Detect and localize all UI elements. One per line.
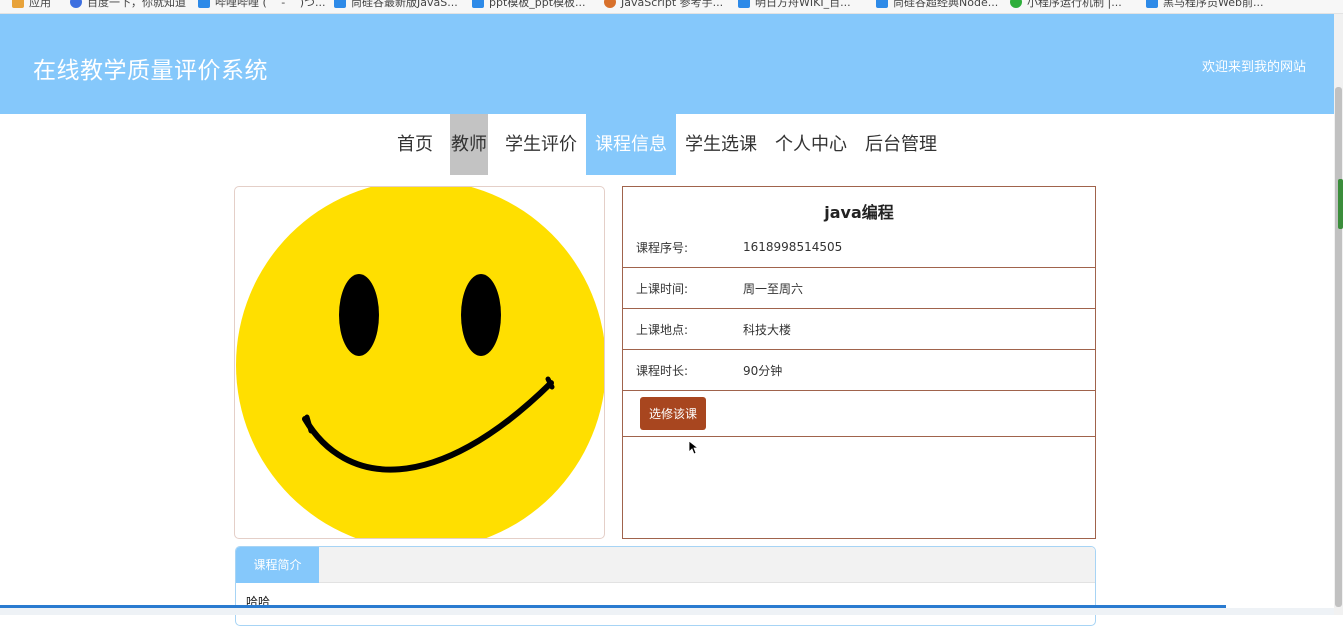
course-info-panel: java编程 课程序号: 1618998514505 上课时间: 周一至周六 上… [622, 186, 1096, 539]
nav-item-course-info[interactable]: 课程信息 [586, 114, 676, 175]
apps-grid-icon [12, 0, 24, 8]
bookmark-atguigu-node[interactable]: 尚硅谷超经典Node... [876, 0, 998, 9]
bilibili-icon [738, 0, 750, 8]
welcome-text: 欢迎来到我的网站 [1201, 60, 1306, 75]
course-location-label: 上课地点: [636, 322, 689, 337]
bookmark-baidu[interactable]: 百度一下，你就知道 [70, 0, 186, 9]
wechat-icon [1010, 0, 1022, 8]
course-time-label: 上课时间: [636, 281, 689, 296]
nav-item-course-selection[interactable]: 学生选课 [676, 114, 766, 175]
bookmark-apps[interactable]: 应用 [12, 0, 51, 9]
nav-item-student-evaluation[interactable]: 学生评价 [496, 114, 586, 175]
mouse-cursor-icon [689, 441, 699, 455]
bilibili-icon [198, 0, 210, 8]
nav-item-teacher[interactable]: 教师 [450, 114, 488, 175]
bilibili-icon [1146, 0, 1158, 8]
smiley-face-icon [236, 187, 604, 538]
reference-icon [604, 0, 616, 8]
course-id-value: 1618998514505 [743, 240, 843, 254]
page-scrollbar[interactable] [1334, 14, 1343, 615]
course-duration-value: 90分钟 [743, 363, 783, 378]
bookmark-atguigu-js[interactable]: 尚硅谷最新版JavaS... [334, 0, 458, 9]
tab-course-intro[interactable]: 课程简介 [236, 547, 319, 583]
baidu-icon [70, 0, 82, 8]
course-time-row: 上课时间: 周一至周六 [623, 268, 1095, 309]
ppt-icon [472, 0, 484, 8]
bilibili-icon [876, 0, 888, 8]
course-location-row: 上课地点: 科技大楼 [623, 309, 1095, 350]
page-bottom-edge [0, 608, 1334, 615]
bookmark-heima-web[interactable]: 黑马程序员Web前... [1146, 0, 1263, 9]
bookmark-ppt[interactable]: ppt模板_ppt模板... [472, 0, 586, 9]
select-course-row: 选修该课 [623, 391, 1095, 437]
course-id-label: 课程序号: [636, 240, 689, 255]
nav-item-admin[interactable]: 后台管理 [856, 114, 946, 175]
scrollbar-marker [1338, 179, 1343, 229]
course-location-value: 科技大楼 [743, 322, 792, 337]
scrollbar-thumb[interactable] [1335, 87, 1342, 607]
tab-bar: 课程简介 [236, 547, 1095, 583]
bookmark-miniprogram[interactable]: 小程序运行机制 |... [1010, 0, 1122, 9]
bookmark-bilibili[interactable]: 哔哩哔哩 ( ゜- ゜)つ... [198, 0, 326, 9]
bookmark-js-reference[interactable]: JavaScript 参考手... [604, 0, 723, 9]
course-name: java编程 [824, 203, 894, 222]
bookmarks-bar: 应用 百度一下，你就知道 哔哩哔哩 ( ゜- ゜)つ... 尚硅谷最新版Java… [0, 0, 1343, 14]
select-course-button[interactable]: 选修该课 [640, 397, 707, 430]
course-duration-row: 课程时长: 90分钟 [623, 350, 1095, 391]
nav-item-personal-center[interactable]: 个人中心 [766, 114, 856, 175]
course-duration-label: 课程时长: [636, 363, 689, 378]
nav-item-home[interactable]: 首页 [388, 114, 442, 175]
site-title: 在线教学质量评价系统 [33, 58, 268, 84]
course-time-value: 周一至周六 [743, 281, 804, 296]
course-image [234, 186, 605, 539]
site-header: 在线教学质量评价系统 欢迎来到我的网站 [0, 14, 1334, 114]
bilibili-icon [334, 0, 346, 8]
course-id-row: 课程序号: 1618998514505 [623, 227, 1095, 268]
bookmark-arknights-wiki[interactable]: 明日方舟WIKI_百... [738, 0, 851, 9]
main-nav: 首页 教师 学生评价 课程信息 学生选课 个人中心 后台管理 [0, 114, 1334, 175]
